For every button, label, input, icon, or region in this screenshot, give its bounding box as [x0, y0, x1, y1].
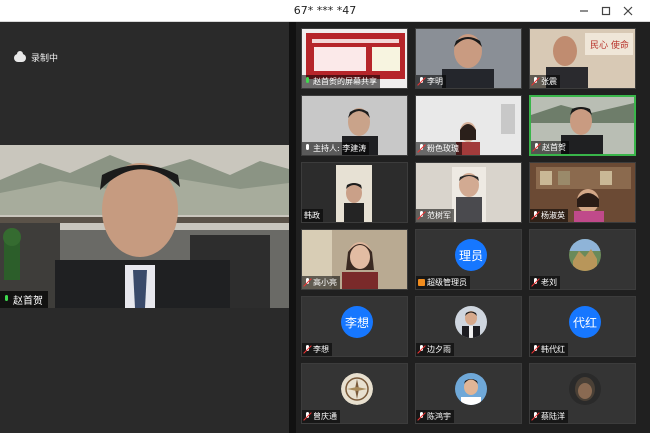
avatar — [455, 373, 487, 405]
participant-tile[interactable]: 曾庆通 — [301, 363, 408, 424]
participant-name-tag: 张震 — [530, 75, 560, 88]
window-title-bar: 67* *** *47 — [0, 0, 650, 22]
minimize-icon[interactable] — [576, 3, 592, 19]
mic-muted-icon — [532, 211, 539, 220]
maximize-icon[interactable] — [598, 3, 614, 19]
participant-tile[interactable]: 粉色玫瑰 — [415, 95, 522, 156]
recording-label: 录制中 — [31, 54, 59, 64]
participant-tile[interactable]: 李想 李想 — [301, 296, 408, 357]
mic-icon — [304, 77, 311, 86]
participant-tile[interactable]: 边夕雨 — [415, 296, 522, 357]
participant-grid: 赵首贺的屏幕共享 李明 民心 使命 张震 主持人: 李建涛 粉色玫瑰 赵首贺 韩… — [296, 22, 650, 433]
mic-muted-icon — [532, 278, 539, 287]
participant-name: 韩代红 — [541, 345, 565, 354]
participant-name-tag: 赵首贺的屏幕共享 — [302, 75, 380, 88]
participant-tile[interactable]: 蔡陆洋 — [529, 363, 636, 424]
participant-name: 范树军 — [427, 211, 451, 220]
participant-name: 高小亮 — [313, 278, 337, 287]
participant-tile[interactable]: 范树军 — [415, 162, 522, 223]
participant-name: 杨淑英 — [541, 211, 565, 220]
participant-name-tag: 主持人: 李建涛 — [302, 142, 370, 155]
mic-muted-icon — [418, 77, 425, 86]
participant-name: 韩政 — [304, 211, 320, 220]
participant-tile[interactable]: 老刘 — [529, 229, 636, 290]
participant-name-tag: 老刘 — [530, 276, 560, 289]
participant-name-tag: 陈鸿宇 — [416, 410, 454, 423]
mic-icon — [3, 295, 10, 304]
participant-tile[interactable]: 高小亮 — [301, 229, 408, 290]
participant-name: 陈鸿宇 — [427, 412, 451, 421]
main-speaker-name: 赵首贺 — [13, 296, 43, 307]
participant-tile[interactable]: 李明 — [415, 28, 522, 89]
avatar — [569, 373, 601, 405]
close-icon[interactable] — [620, 3, 636, 19]
participant-tile[interactable]: 杨淑英 — [529, 162, 636, 223]
mic-muted-icon — [533, 143, 540, 152]
host-badge-icon — [418, 279, 425, 286]
participant-name-tag: 李明 — [416, 75, 446, 88]
avatar — [569, 239, 601, 271]
main-video[interactable]: 赵首贺 — [0, 145, 289, 308]
participant-tile[interactable]: 理员 超级管理员 — [415, 229, 522, 290]
participant-tile-active[interactable]: 赵首贺 — [529, 95, 636, 156]
participant-tile[interactable]: 韩政 — [301, 162, 408, 223]
participant-name: 赵首贺 — [542, 143, 566, 152]
mic-icon — [304, 144, 311, 153]
participant-name-tag: 杨淑英 — [530, 209, 568, 222]
pane-divider[interactable] — [289, 22, 296, 433]
participant-name: 蔡陆洋 — [541, 412, 565, 421]
participant-tile[interactable]: 赵首贺的屏幕共享 — [301, 28, 408, 89]
participant-name-tag: 范树军 — [416, 209, 454, 222]
main-speaker-name-tag: 赵首贺 — [0, 291, 48, 308]
participant-name: 张震 — [541, 77, 557, 86]
mic-muted-icon — [418, 211, 425, 220]
mic-muted-icon — [532, 77, 539, 86]
mic-muted-icon — [532, 412, 539, 421]
mic-muted-icon — [304, 278, 311, 287]
cloud-icon — [14, 50, 26, 62]
participant-name: 粉色玫瑰 — [427, 144, 459, 153]
participant-name: 李明 — [427, 77, 443, 86]
avatar — [455, 306, 487, 338]
recording-indicator: 录制中 — [14, 50, 59, 64]
mic-muted-icon — [532, 345, 539, 354]
participant-name: 李想 — [313, 345, 329, 354]
mic-muted-icon — [304, 345, 311, 354]
avatar: 代红 — [569, 306, 601, 338]
main-video-frame — [0, 145, 289, 308]
participant-name-tag: 边夕雨 — [416, 343, 454, 356]
participant-name: 边夕雨 — [427, 345, 451, 354]
participant-name-tag: 韩代红 — [530, 343, 568, 356]
participant-name-tag: 蔡陆洋 — [530, 410, 568, 423]
participant-name-tag: 超级管理员 — [416, 276, 470, 289]
svg-text:民心 使命: 民心 使命 — [590, 39, 629, 51]
window-title: 67* *** *47 — [293, 4, 357, 17]
participant-tile[interactable]: 陈鸿宇 — [415, 363, 522, 424]
participant-name-tag: 李想 — [302, 343, 332, 356]
participant-tile[interactable]: 代红 韩代红 — [529, 296, 636, 357]
participant-name: 曾庆通 — [313, 412, 337, 421]
participant-name: 赵首贺的屏幕共享 — [313, 77, 377, 86]
participant-name-tag: 赵首贺 — [531, 141, 569, 154]
participant-name: 主持人: 李建涛 — [313, 144, 367, 153]
participant-tile[interactable]: 民心 使命 张震 — [529, 28, 636, 89]
avatar: 理员 — [455, 239, 487, 271]
participant-name-tag: 高小亮 — [302, 276, 340, 289]
participant-name: 超级管理员 — [427, 278, 467, 287]
participant-name-tag: 韩政 — [302, 209, 323, 222]
mic-muted-icon — [304, 412, 311, 421]
avatar: 李想 — [341, 306, 373, 338]
participant-name-tag: 粉色玫瑰 — [416, 142, 462, 155]
mic-muted-icon — [418, 345, 425, 354]
avatar — [341, 373, 373, 405]
mic-muted-icon — [418, 144, 425, 153]
participant-name: 老刘 — [541, 278, 557, 287]
mic-muted-icon — [418, 412, 425, 421]
main-speaker-area: 录制中 赵首贺 — [0, 22, 289, 433]
participant-name-tag: 曾庆通 — [302, 410, 340, 423]
participant-tile[interactable]: 主持人: 李建涛 — [301, 95, 408, 156]
